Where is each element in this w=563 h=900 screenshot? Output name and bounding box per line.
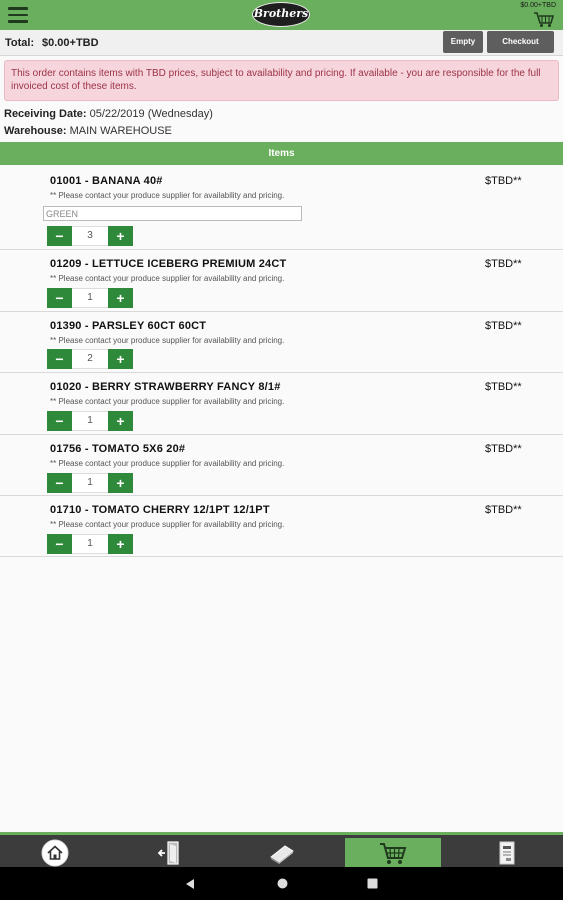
item-title: 01209 - LETTUCE ICEBERG PREMIUM 24CT xyxy=(50,258,287,270)
app-header: Brothers $0.00+TBD xyxy=(0,0,563,30)
back-icon[interactable] xyxy=(185,878,195,890)
quantity-stepper: − 1 + xyxy=(47,534,133,554)
list-item: 01209 - LETTUCE ICEBERG PREMIUM 24CT $TB… xyxy=(0,250,563,312)
item-note: ** Please contact your produce supplier … xyxy=(50,459,285,468)
decrease-quantity-button[interactable]: − xyxy=(47,534,72,554)
increase-quantity-button[interactable]: + xyxy=(108,473,133,493)
warehouse-label: Warehouse: xyxy=(4,125,67,137)
decrease-quantity-button[interactable]: − xyxy=(47,349,72,369)
item-comment-input[interactable] xyxy=(43,206,302,221)
list-item: 01756 - TOMATO 5X6 20# $TBD** ** Please … xyxy=(0,435,563,496)
warehouse-value: MAIN WAREHOUSE xyxy=(69,125,172,137)
home-circle-icon[interactable] xyxy=(277,878,288,889)
item-note: ** Please contact your produce supplier … xyxy=(50,397,285,406)
increase-quantity-button[interactable]: + xyxy=(108,349,133,369)
decrease-quantity-button[interactable]: − xyxy=(47,473,72,493)
cart-icon[interactable] xyxy=(533,11,555,28)
nav-tab-catalog[interactable] xyxy=(234,838,330,867)
item-price: $TBD** xyxy=(485,175,522,187)
cart-icon xyxy=(380,842,407,864)
list-item: 01001 - BANANA 40# $TBD** ** Please cont… xyxy=(0,167,563,250)
catalog-book-icon xyxy=(270,844,294,864)
list-item: 01390 - PARSLEY 60CT 60CT $TBD** ** Plea… xyxy=(0,312,563,373)
decrease-quantity-button[interactable]: − xyxy=(47,288,72,308)
item-title: 01020 - BERRY STRAWBERRY FANCY 8/1# xyxy=(50,381,281,393)
item-price: $TBD** xyxy=(485,381,522,393)
item-price: $TBD** xyxy=(485,443,522,455)
nav-tab-logout[interactable] xyxy=(122,838,218,867)
decrease-quantity-button[interactable]: − xyxy=(47,411,72,431)
item-price: $TBD** xyxy=(485,504,522,516)
recents-icon[interactable] xyxy=(367,878,378,889)
bottom-navigation xyxy=(0,832,563,867)
tbd-price-alert: This order contains items with TBD price… xyxy=(4,60,559,101)
item-price: $TBD** xyxy=(485,258,522,270)
items-header: Items xyxy=(0,142,563,165)
quantity-value[interactable]: 2 xyxy=(72,349,108,369)
logout-door-icon xyxy=(157,840,179,865)
increase-quantity-button[interactable]: + xyxy=(108,226,133,246)
quantity-value[interactable]: 1 xyxy=(72,288,108,308)
nav-tab-orders[interactable] xyxy=(459,838,555,867)
empty-button[interactable]: Empty xyxy=(443,31,483,53)
list-item: 01020 - BERRY STRAWBERRY FANCY 8/1# $TBD… xyxy=(0,373,563,435)
header-cart-total: $0.00+TBD xyxy=(520,2,556,9)
receiving-date-label: Receiving Date: xyxy=(4,108,87,120)
increase-quantity-button[interactable]: + xyxy=(108,534,133,554)
menu-icon[interactable] xyxy=(8,7,28,23)
total-label: Total: xyxy=(5,37,35,49)
receiving-date: Receiving Date: 05/22/2019 (Wednesday) xyxy=(4,108,213,120)
increase-quantity-button[interactable]: + xyxy=(108,288,133,308)
total-value: $0.00+TBD xyxy=(42,37,99,49)
item-price: $TBD** xyxy=(485,320,522,332)
item-title: 01756 - TOMATO 5X6 20# xyxy=(50,443,186,455)
quantity-stepper: − 1 + xyxy=(47,473,133,493)
item-title: 01390 - PARSLEY 60CT 60CT xyxy=(50,320,207,332)
total-bar: Total: $0.00+TBD Empty Checkout xyxy=(0,30,563,56)
item-note: ** Please contact your produce supplier … xyxy=(50,336,285,345)
item-note: ** Please contact your produce supplier … xyxy=(50,520,285,529)
quantity-stepper: − 1 + xyxy=(47,411,133,431)
quantity-value[interactable]: 1 xyxy=(72,411,108,431)
increase-quantity-button[interactable]: + xyxy=(108,411,133,431)
item-title: 01710 - TOMATO CHERRY 12/1PT 12/1PT xyxy=(50,504,270,516)
quantity-value[interactable]: 1 xyxy=(72,534,108,554)
quantity-stepper: − 2 + xyxy=(47,349,133,369)
quantity-stepper: − 1 + xyxy=(47,288,133,308)
decrease-quantity-button[interactable]: − xyxy=(47,226,72,246)
receiving-date-value: 05/22/2019 (Wednesday) xyxy=(89,108,213,120)
quantity-stepper: − 3 + xyxy=(47,226,133,246)
item-note: ** Please contact your produce supplier … xyxy=(50,191,285,200)
checkout-button[interactable]: Checkout xyxy=(487,31,554,53)
list-item: 01710 - TOMATO CHERRY 12/1PT 12/1PT $TBD… xyxy=(0,496,563,557)
quantity-value[interactable]: 3 xyxy=(72,226,108,246)
home-icon xyxy=(41,839,69,866)
system-navigation-bar xyxy=(0,867,563,900)
item-title: 01001 - BANANA 40# xyxy=(50,175,163,187)
brothers-logo: Brothers xyxy=(252,2,310,27)
quantity-value[interactable]: 1 xyxy=(72,473,108,493)
nav-tab-home[interactable] xyxy=(7,838,103,867)
nav-tab-cart[interactable] xyxy=(345,838,441,867)
item-note: ** Please contact your produce supplier … xyxy=(50,274,285,283)
order-document-icon xyxy=(499,841,515,864)
warehouse: Warehouse: MAIN WAREHOUSE xyxy=(4,125,172,137)
